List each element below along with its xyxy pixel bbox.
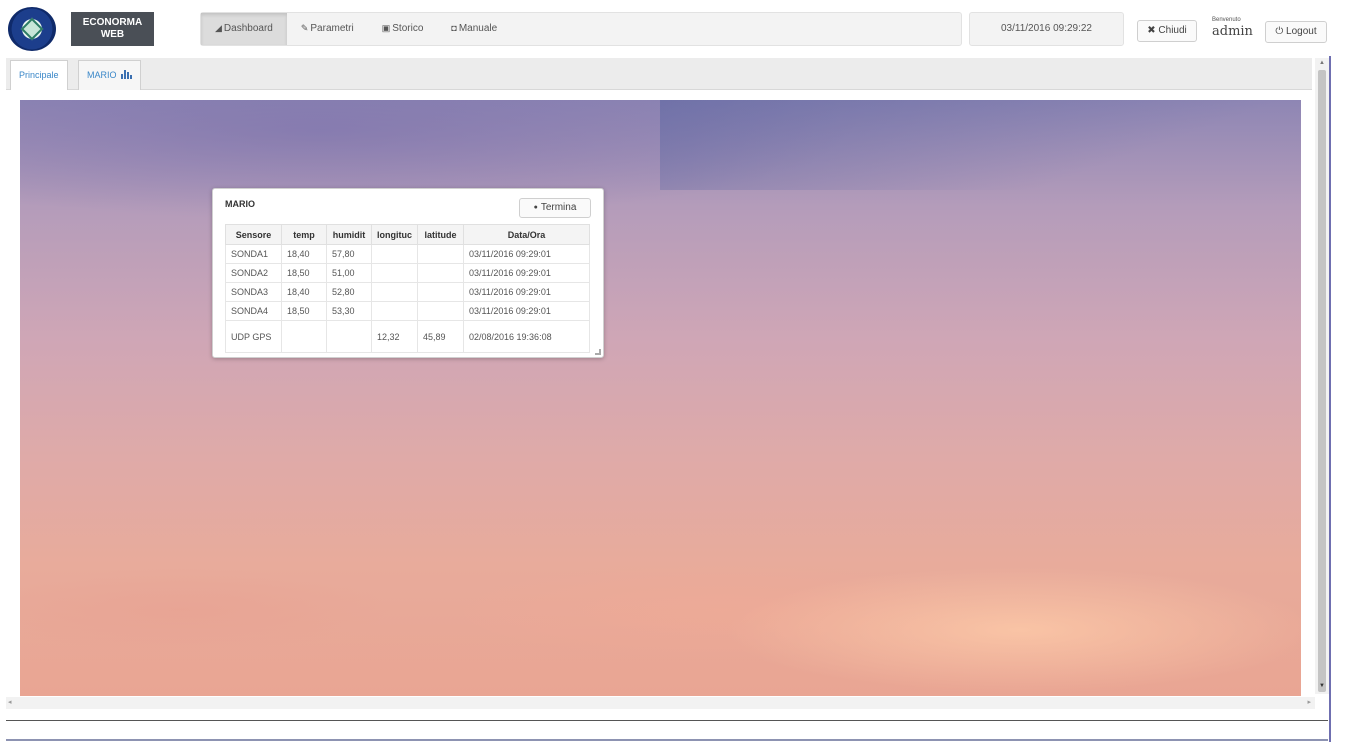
top-bar: ECONORMA WEB ◢ Dashboard ✎ Parametri ▣ Stor… bbox=[0, 0, 1345, 56]
main-nav: ◢ Dashboard ✎ Parametri ▣ Storico ◘ Manuale bbox=[200, 12, 962, 46]
brand-badge: ECONORMA WEB bbox=[71, 12, 154, 46]
cell bbox=[371, 301, 418, 321]
logout-button[interactable]: ⏻ Logout bbox=[1265, 21, 1327, 43]
welcome-label: Benvenuto bbox=[1212, 17, 1241, 23]
window-bottom-edge bbox=[6, 739, 1328, 741]
sensor-widget[interactable]: MARIO ● Termina Sensore temp humidit long… bbox=[212, 188, 604, 358]
scroll-down-icon[interactable]: ▼ bbox=[1319, 683, 1325, 689]
nav-dashboard-label: Dashboard bbox=[223, 23, 273, 34]
scroll-right-icon[interactable]: ▸ bbox=[1307, 698, 1311, 706]
database-icon: ▣ bbox=[381, 23, 391, 33]
user-welcome: Benvenuto admin bbox=[1212, 16, 1258, 46]
wrench-icon: ✎ bbox=[300, 23, 309, 33]
cell: 51,00 bbox=[326, 263, 372, 283]
nav-manuale[interactable]: ◘ Manuale bbox=[437, 13, 511, 45]
footer-divider bbox=[6, 720, 1328, 721]
table-row: SONDA4 18,50 53,30 03/11/2016 09:29:01 bbox=[225, 301, 590, 321]
cell: 57,80 bbox=[326, 244, 372, 264]
chart-icon: ◢ bbox=[215, 23, 222, 33]
cell bbox=[417, 282, 464, 302]
cell: 18,40 bbox=[281, 244, 327, 264]
cell: 18,40 bbox=[281, 282, 327, 302]
close-button[interactable]: ✖ Chiudi bbox=[1137, 20, 1197, 42]
cell: 52,80 bbox=[326, 282, 372, 302]
cell bbox=[371, 282, 418, 302]
cell: 18,50 bbox=[281, 263, 327, 283]
table-row: SONDA1 18,40 57,80 03/11/2016 09:29:01 bbox=[225, 244, 590, 264]
tab-principale-label: Principale bbox=[19, 70, 59, 80]
cell bbox=[326, 320, 372, 353]
cell: 03/11/2016 09:29:01 bbox=[463, 263, 590, 283]
cell bbox=[281, 320, 327, 353]
close-button-label: Chiudi bbox=[1158, 25, 1187, 36]
col-sensore: Sensore bbox=[225, 224, 282, 245]
terminate-button-label: Termina bbox=[540, 202, 577, 213]
col-longitude: longituc bbox=[371, 224, 418, 245]
col-humidity: humidit bbox=[326, 224, 372, 245]
cell: SONDA3 bbox=[225, 282, 282, 302]
cell: UDP GPS bbox=[225, 320, 282, 353]
cell: 03/11/2016 09:29:01 bbox=[463, 282, 590, 302]
horizontal-scrollbar[interactable]: ◂ ▸ bbox=[6, 697, 1315, 709]
cell: SONDA1 bbox=[225, 244, 282, 264]
cell: SONDA4 bbox=[225, 301, 282, 321]
tab-mario-label: MARIO bbox=[87, 70, 117, 80]
nav-manuale-label: Manuale bbox=[458, 23, 498, 34]
cell: 03/11/2016 09:29:01 bbox=[463, 301, 590, 321]
nav-storico-label: Storico bbox=[392, 23, 424, 34]
cell bbox=[417, 263, 464, 283]
table-row: SONDA2 18,50 51,00 03/11/2016 09:29:01 bbox=[225, 263, 590, 283]
table-header-row: Sensore temp humidit longituc latitude D… bbox=[225, 224, 590, 245]
col-latitude: latitude bbox=[417, 224, 464, 245]
cell bbox=[417, 244, 464, 264]
cell: 03/11/2016 09:29:01 bbox=[463, 244, 590, 264]
scroll-left-icon[interactable]: ◂ bbox=[8, 698, 12, 706]
vertical-scroll-thumb[interactable] bbox=[1318, 70, 1326, 692]
logout-button-label: Logout bbox=[1286, 26, 1317, 37]
resize-handle-icon[interactable] bbox=[595, 349, 601, 355]
nav-dashboard[interactable]: ◢ Dashboard bbox=[201, 13, 287, 45]
col-temp: temp bbox=[281, 224, 327, 245]
datetime-display: 03/11/2016 09:29:22 bbox=[969, 12, 1124, 46]
power-icon: ⏻ bbox=[1275, 26, 1284, 37]
document-icon: ◘ bbox=[451, 23, 457, 33]
cell bbox=[371, 263, 418, 283]
cell: 02/08/2016 19:36:08 bbox=[463, 320, 590, 353]
brand-line2: WEB bbox=[100, 29, 125, 40]
tab-bar: Principale MARIO bbox=[6, 58, 1312, 90]
cell bbox=[371, 244, 418, 264]
window-right-edge bbox=[1329, 56, 1331, 742]
cell: 45,89 bbox=[417, 320, 464, 353]
cell bbox=[417, 301, 464, 321]
col-datetime: Data/Ora bbox=[463, 224, 590, 245]
tab-mario[interactable]: MARIO bbox=[78, 60, 142, 90]
nav-storico[interactable]: ▣ Storico bbox=[368, 13, 438, 45]
bar-chart-icon bbox=[121, 70, 133, 79]
tab-principale[interactable]: Principale bbox=[10, 60, 68, 90]
bullet-icon: ● bbox=[533, 204, 538, 211]
brand-line1: ECONORMA bbox=[82, 17, 143, 28]
close-icon: ✖ bbox=[1147, 25, 1156, 36]
cell: SONDA2 bbox=[225, 263, 282, 283]
company-logo-icon bbox=[8, 7, 56, 51]
table-row: SONDA3 18,40 52,80 03/11/2016 09:29:01 bbox=[225, 282, 590, 302]
table-row: UDP GPS 12,32 45,89 02/08/2016 19:36:08 bbox=[225, 320, 590, 353]
cell: 53,30 bbox=[326, 301, 372, 321]
cell: 18,50 bbox=[281, 301, 327, 321]
nav-parametri-label: Parametri bbox=[310, 23, 354, 34]
widget-title: MARIO bbox=[225, 199, 255, 209]
terminate-button[interactable]: ● Termina bbox=[519, 198, 591, 218]
nav-parametri[interactable]: ✎ Parametri bbox=[287, 13, 368, 45]
scroll-up-icon[interactable]: ▲ bbox=[1319, 60, 1325, 66]
username: admin bbox=[1212, 24, 1253, 39]
vertical-scrollbar[interactable]: ▲ ▼ bbox=[1315, 58, 1329, 694]
sensor-table: Sensore temp humidit longituc latitude D… bbox=[225, 224, 590, 353]
cell: 12,32 bbox=[371, 320, 418, 353]
